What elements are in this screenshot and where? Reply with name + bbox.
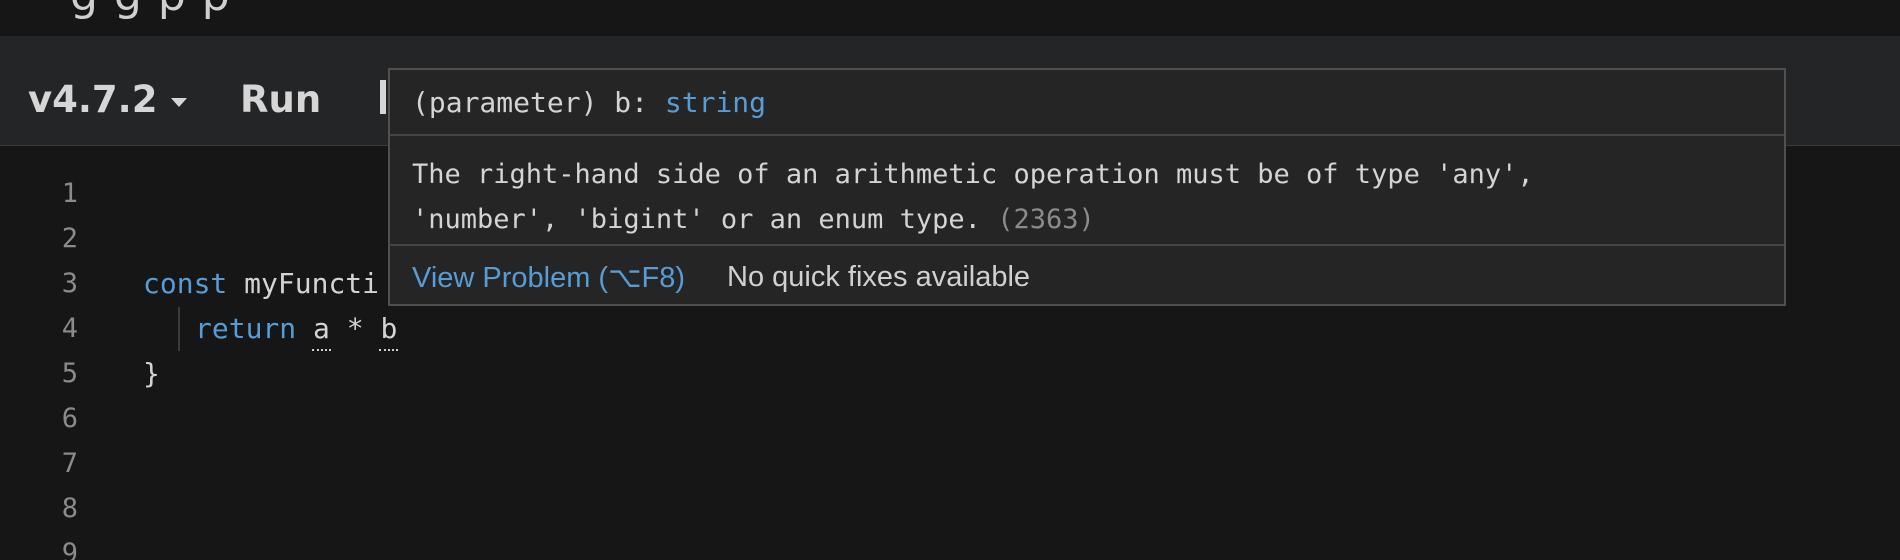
error-message-line-2: 'number', 'bigint' or an enum type. (236… xyxy=(412,204,1095,235)
line-number: 1 xyxy=(61,178,78,209)
tooltip-actions: View Problem (⌥F8) No quick fixes availa… xyxy=(390,248,1784,306)
signature-prefix: (parameter) b: xyxy=(412,85,665,119)
code-line-3[interactable]: const myFuncti xyxy=(143,267,379,300)
signature-type: string xyxy=(664,85,767,119)
error-code: (2363) xyxy=(997,204,1095,235)
code-line-4[interactable]: return a * b xyxy=(195,312,399,351)
line-number: 7 xyxy=(61,448,78,479)
chevron-down-icon xyxy=(171,97,188,107)
hover-tooltip: (parameter) b: string The right-hand sid… xyxy=(388,68,1786,306)
header-title-fragment: g g p p xyxy=(70,0,231,21)
operand-b-error[interactable]: b xyxy=(379,312,399,351)
line-number: 5 xyxy=(61,358,78,389)
operator: * xyxy=(329,312,381,345)
version-label: v4.7.2 xyxy=(28,77,158,121)
top-header: g g p p xyxy=(0,0,1900,34)
operand-a-error[interactable]: a xyxy=(312,312,331,351)
line-number: 4 xyxy=(61,313,78,344)
no-quick-fixes-label: No quick fixes available xyxy=(727,260,1031,293)
indent-guide xyxy=(178,307,180,351)
line-number: 6 xyxy=(61,403,78,434)
playground-window: g g p p v4.7.2 Run 1 2 3 4 5 6 7 8 9 con… xyxy=(0,0,1900,560)
tooltip-signature: (parameter) b: string xyxy=(390,70,1784,136)
function-name-partial: myFuncti xyxy=(227,267,380,300)
line-number: 2 xyxy=(61,223,78,254)
keyword-const: const xyxy=(143,267,228,300)
line-number: 3 xyxy=(61,268,78,299)
keyword-return: return xyxy=(195,312,297,345)
line-number: 9 xyxy=(61,538,78,560)
code-line-5[interactable]: } xyxy=(143,357,160,390)
line-number-gutter: 1 2 3 4 5 6 7 8 9 xyxy=(0,170,100,560)
line-number: 8 xyxy=(61,493,78,524)
run-button[interactable]: Run xyxy=(240,76,321,122)
view-problem-link[interactable]: View Problem (⌥F8) xyxy=(412,260,685,295)
version-select[interactable]: v4.7.2 xyxy=(28,76,188,122)
tooltip-error-message: The right-hand side of an arithmetic ope… xyxy=(390,138,1784,246)
error-message-line-1: The right-hand side of an arithmetic ope… xyxy=(412,159,1534,190)
toolbar-item-partial[interactable] xyxy=(380,80,386,114)
